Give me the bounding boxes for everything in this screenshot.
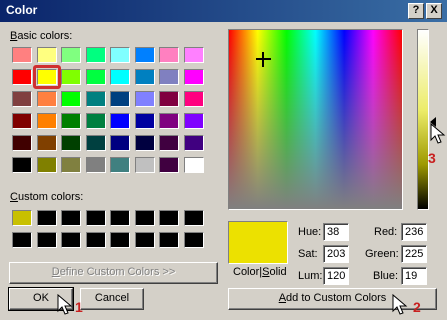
lum-field[interactable]: 120 [323,267,349,285]
pointer-cursor-icon [430,122,446,144]
blue-field[interactable]: 19 [401,267,427,285]
basic-color-swatch[interactable] [134,69,155,85]
basic-color-swatch[interactable] [36,47,57,63]
custom-color-swatch[interactable] [61,232,81,248]
pointer-cursor-icon [57,293,73,315]
basic-color-swatch[interactable] [36,113,57,129]
basic-color-swatch[interactable] [134,91,155,107]
custom-color-swatch[interactable] [61,210,81,226]
custom-color-swatch[interactable] [36,232,57,248]
basic-color-swatch[interactable] [61,69,81,85]
basic-color-swatch[interactable] [110,157,130,173]
basic-color-swatch[interactable] [110,113,130,129]
cancel-button[interactable]: Cancel [80,288,144,310]
sat-field[interactable]: 203 [323,245,349,263]
basic-color-swatch[interactable] [85,69,106,85]
basic-color-swatch[interactable] [110,135,130,151]
custom-color-swatch[interactable] [12,232,32,248]
custom-color-swatch[interactable] [110,232,130,248]
annotation-2: 2 [413,299,421,315]
basic-color-swatch[interactable] [110,69,130,85]
basic-color-swatch[interactable] [12,135,32,151]
custom-color-swatch[interactable] [134,232,155,248]
basic-color-swatch[interactable] [134,47,155,63]
basic-color-swatch[interactable] [183,157,204,173]
basic-color-swatch[interactable] [85,135,106,151]
basic-color-swatch[interactable] [159,113,179,129]
basic-color-swatch[interactable] [85,157,106,173]
window-title: Color [6,3,38,17]
close-button[interactable]: X [426,3,442,19]
basic-color-swatch[interactable] [61,157,81,173]
custom-color-swatch[interactable] [110,210,130,226]
crosshair-icon [256,52,271,67]
hue-field[interactable]: 38 [323,223,349,241]
basic-color-swatch[interactable] [159,47,179,63]
color-spectrum[interactable] [228,29,403,210]
basic-color-swatch[interactable] [183,91,204,107]
basic-color-swatch[interactable] [12,47,32,63]
custom-color-swatch[interactable] [12,210,32,226]
basic-colors-label: Basic colors: [10,30,73,42]
basic-color-swatch[interactable] [159,135,179,151]
pointer-cursor-icon [392,293,408,315]
basic-color-swatch[interactable] [12,157,32,173]
custom-color-swatch[interactable] [159,210,179,226]
basic-color-swatch[interactable] [36,157,57,173]
luminance-bar[interactable] [417,29,429,210]
custom-color-swatch[interactable] [134,210,155,226]
basic-color-swatch[interactable] [110,91,130,107]
blue-label: Blue: [373,270,399,282]
basic-color-swatch[interactable] [183,47,204,63]
basic-color-swatch[interactable] [34,67,59,87]
color-preview [228,221,288,264]
define-custom-colors-button[interactable]: Define Custom Colors >> [9,262,218,284]
sat-label: Sat: [298,248,318,260]
basic-color-swatch[interactable] [159,91,179,107]
basic-color-swatch[interactable] [134,113,155,129]
basic-color-swatch[interactable] [12,91,32,107]
basic-color-swatch[interactable] [61,135,81,151]
red-label: Red: [374,226,398,238]
color-solid-label: Color|Solid [233,266,287,278]
basic-color-swatch[interactable] [61,91,81,107]
basic-color-swatch[interactable] [12,113,32,129]
custom-colors-label: Custom colors: [10,191,84,203]
title-bar: Color ? X [0,0,447,22]
basic-color-swatch[interactable] [183,69,204,85]
basic-color-swatch[interactable] [183,113,204,129]
custom-color-swatch[interactable] [183,232,204,248]
custom-color-swatch[interactable] [183,210,204,226]
basic-color-swatch[interactable] [134,157,155,173]
basic-color-swatch[interactable] [134,135,155,151]
basic-color-swatch[interactable] [159,69,179,85]
basic-color-swatch[interactable] [159,157,179,173]
hue-label: Hue: [298,226,322,238]
basic-color-swatch[interactable] [85,113,106,129]
basic-color-swatch[interactable] [85,91,106,107]
basic-color-swatch[interactable] [61,113,81,129]
basic-color-swatch[interactable] [183,135,204,151]
custom-color-swatch[interactable] [85,232,106,248]
custom-color-swatch[interactable] [159,232,179,248]
basic-color-swatch[interactable] [85,47,106,63]
custom-color-swatch[interactable] [85,210,106,226]
green-field[interactable]: 225 [401,245,427,263]
basic-color-swatch[interactable] [36,135,57,151]
lum-label: Lum: [298,270,323,282]
basic-color-swatch[interactable] [110,47,130,63]
help-button[interactable]: ? [408,3,424,19]
custom-color-swatch[interactable] [36,210,57,226]
annotation-3: 3 [428,150,436,166]
basic-color-swatch[interactable] [61,47,81,63]
basic-color-swatch[interactable] [12,69,32,85]
basic-color-swatch[interactable] [36,91,57,107]
red-field[interactable]: 236 [401,223,427,241]
green-label: Green: [365,248,399,260]
annotation-1: 1 [75,299,83,315]
